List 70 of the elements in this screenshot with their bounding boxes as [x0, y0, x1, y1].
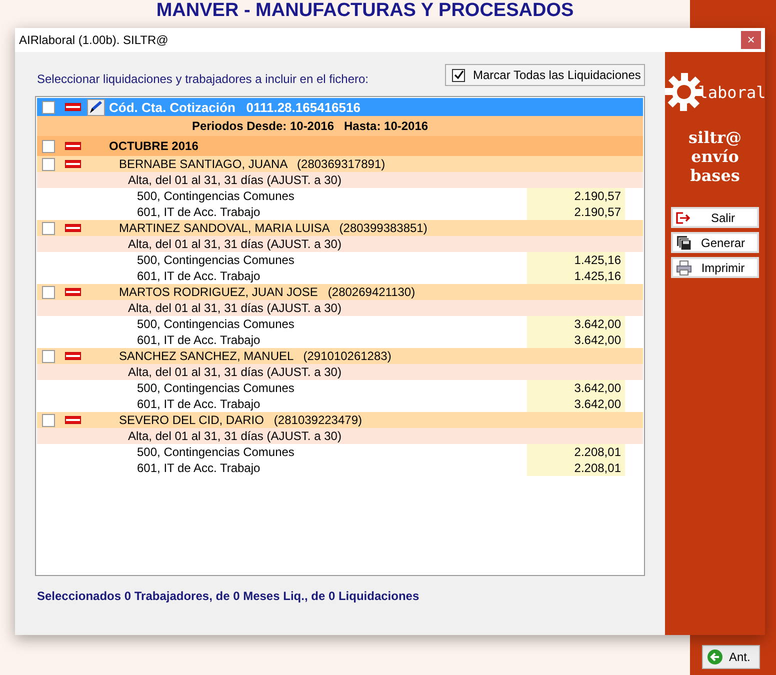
amount-cell: 3.642,00 [527, 332, 625, 348]
side-button[interactable]: Salir [671, 207, 759, 228]
worker-name: MARTOS RODRIGUEZ, JUAN JOSE (280269421130) [119, 285, 416, 299]
worker-name: BERNABE SANTIAGO, JUANA (280369317891) [119, 157, 386, 171]
printer-icon [676, 260, 692, 276]
app-title: MANVER - MANUFACTURAS Y PROCESADOS [156, 0, 574, 22]
worker-name: MARTINEZ SANDOVAL, MARIA LUISA (280399383851) [119, 221, 428, 235]
status-text: Alta, del 01 al 31, 31 días (AJUST. a 30) [128, 173, 342, 187]
concept-label: 601, IT de Acc. Trabajo [137, 461, 262, 475]
mark-all-checkbox[interactable]: Marcar Todas las Liquidaciones [445, 64, 645, 86]
collapse-icon[interactable] [65, 352, 81, 360]
amount-cell: 3.642,00 [527, 316, 625, 332]
amount-cell: 2.208,01 [527, 460, 625, 476]
concept-label: 500, Contingencias Comunes [137, 381, 296, 395]
amount-cell: 2.190,57 [527, 188, 625, 204]
account-label: Cód. Cta. Cotización 0111.28.165416516 [109, 100, 360, 114]
collapse-icon[interactable] [65, 103, 81, 111]
collapse-icon[interactable] [65, 160, 81, 168]
floppy-stack-icon [676, 234, 692, 250]
close-button[interactable]: × [741, 31, 761, 49]
worker-row[interactable]: BERNABE SANTIAGO, JUANA (280369317891) [37, 156, 643, 172]
amount-cell: 3.642,00 [527, 396, 625, 412]
side-button[interactable]: Generar [671, 232, 759, 253]
concept-label: 601, IT de Acc. Trabajo [137, 205, 262, 219]
checkbox[interactable] [42, 140, 54, 152]
amount-cell: 1.425,16 [527, 252, 625, 268]
worker-row[interactable]: SEVERO DEL CID, DARIO (281039223479) [37, 412, 643, 428]
month-label: OCTUBRE 2016 [109, 139, 198, 153]
concept-label: 500, Contingencias Comunes [137, 189, 296, 203]
status-text: Alta, del 01 al 31, 31 días (AJUST. a 30) [128, 429, 342, 443]
window-title: AIRlaboral (1.00b). SILTR@ [19, 33, 168, 47]
period-text: Periodos Desde: 10-2016 Hasta: 10-2016 [192, 119, 430, 133]
exit-icon [676, 210, 692, 224]
concept-label: 601, IT de Acc. Trabajo [137, 269, 262, 283]
collapse-icon[interactable] [65, 416, 81, 424]
worker-name: SANCHEZ SANCHEZ, MANUEL (291010261283) [119, 349, 392, 363]
panel-title: siltr@ envío bases [688, 128, 742, 185]
amount-cell: 2.208,01 [527, 444, 625, 460]
checkbox[interactable] [42, 286, 54, 298]
logo-text: laboral [698, 82, 766, 102]
checkbox[interactable] [42, 414, 54, 426]
pencil-icon[interactable] [87, 98, 105, 116]
worker-row[interactable]: SANCHEZ SANCHEZ, MANUEL (291010261283) [37, 348, 643, 364]
concept-label: 601, IT de Acc. Trabajo [137, 333, 262, 347]
checkbox[interactable] [42, 100, 54, 114]
selection-summary: Seleccionados 0 Trabajadores, de 0 Meses Liq., de 0 Liquidaciones [37, 589, 420, 603]
concept-label: 500, Contingencias Comunes [137, 253, 296, 267]
amount-cell: 1.425,16 [527, 268, 625, 284]
worker-row[interactable]: MARTOS RODRIGUEZ, JUAN JOSE (280269421130) [37, 284, 643, 300]
status-text: Alta, del 01 al 31, 31 días (AJUST. a 30) [128, 301, 342, 315]
worker-row[interactable]: MARTINEZ SANDOVAL, MARIA LUISA (280399383851) [37, 220, 643, 236]
previous-button[interactable]: Ant. [702, 645, 760, 669]
checkbox[interactable] [452, 68, 465, 82]
side-button[interactable]: Imprimir [671, 257, 759, 278]
checkbox[interactable] [42, 350, 54, 362]
collapse-icon[interactable] [65, 288, 81, 296]
instruction-text: Seleccionar liquidaciones y trabajadores a incluir en el fichero: [37, 72, 369, 86]
month-row[interactable]: OCTUBRE 2016 [37, 136, 643, 156]
checkbox[interactable] [42, 158, 54, 170]
checkbox[interactable] [42, 222, 54, 234]
concept-label: 500, Contingencias Comunes [137, 445, 296, 459]
collapse-icon[interactable] [65, 224, 81, 232]
concept-label: 601, IT de Acc. Trabajo [137, 397, 262, 411]
amount-cell: 3.642,00 [527, 380, 625, 396]
status-text: Alta, del 01 al 31, 31 días (AJUST. a 30) [128, 365, 342, 379]
concept-label: 500, Contingencias Comunes [137, 317, 296, 331]
worker-name: SEVERO DEL CID, DARIO (281039223479) [119, 413, 362, 427]
status-text: Alta, del 01 al 31, 31 días (AJUST. a 30) [128, 237, 342, 251]
collapse-icon[interactable] [65, 142, 81, 150]
amount-cell: 2.190,57 [527, 204, 625, 220]
